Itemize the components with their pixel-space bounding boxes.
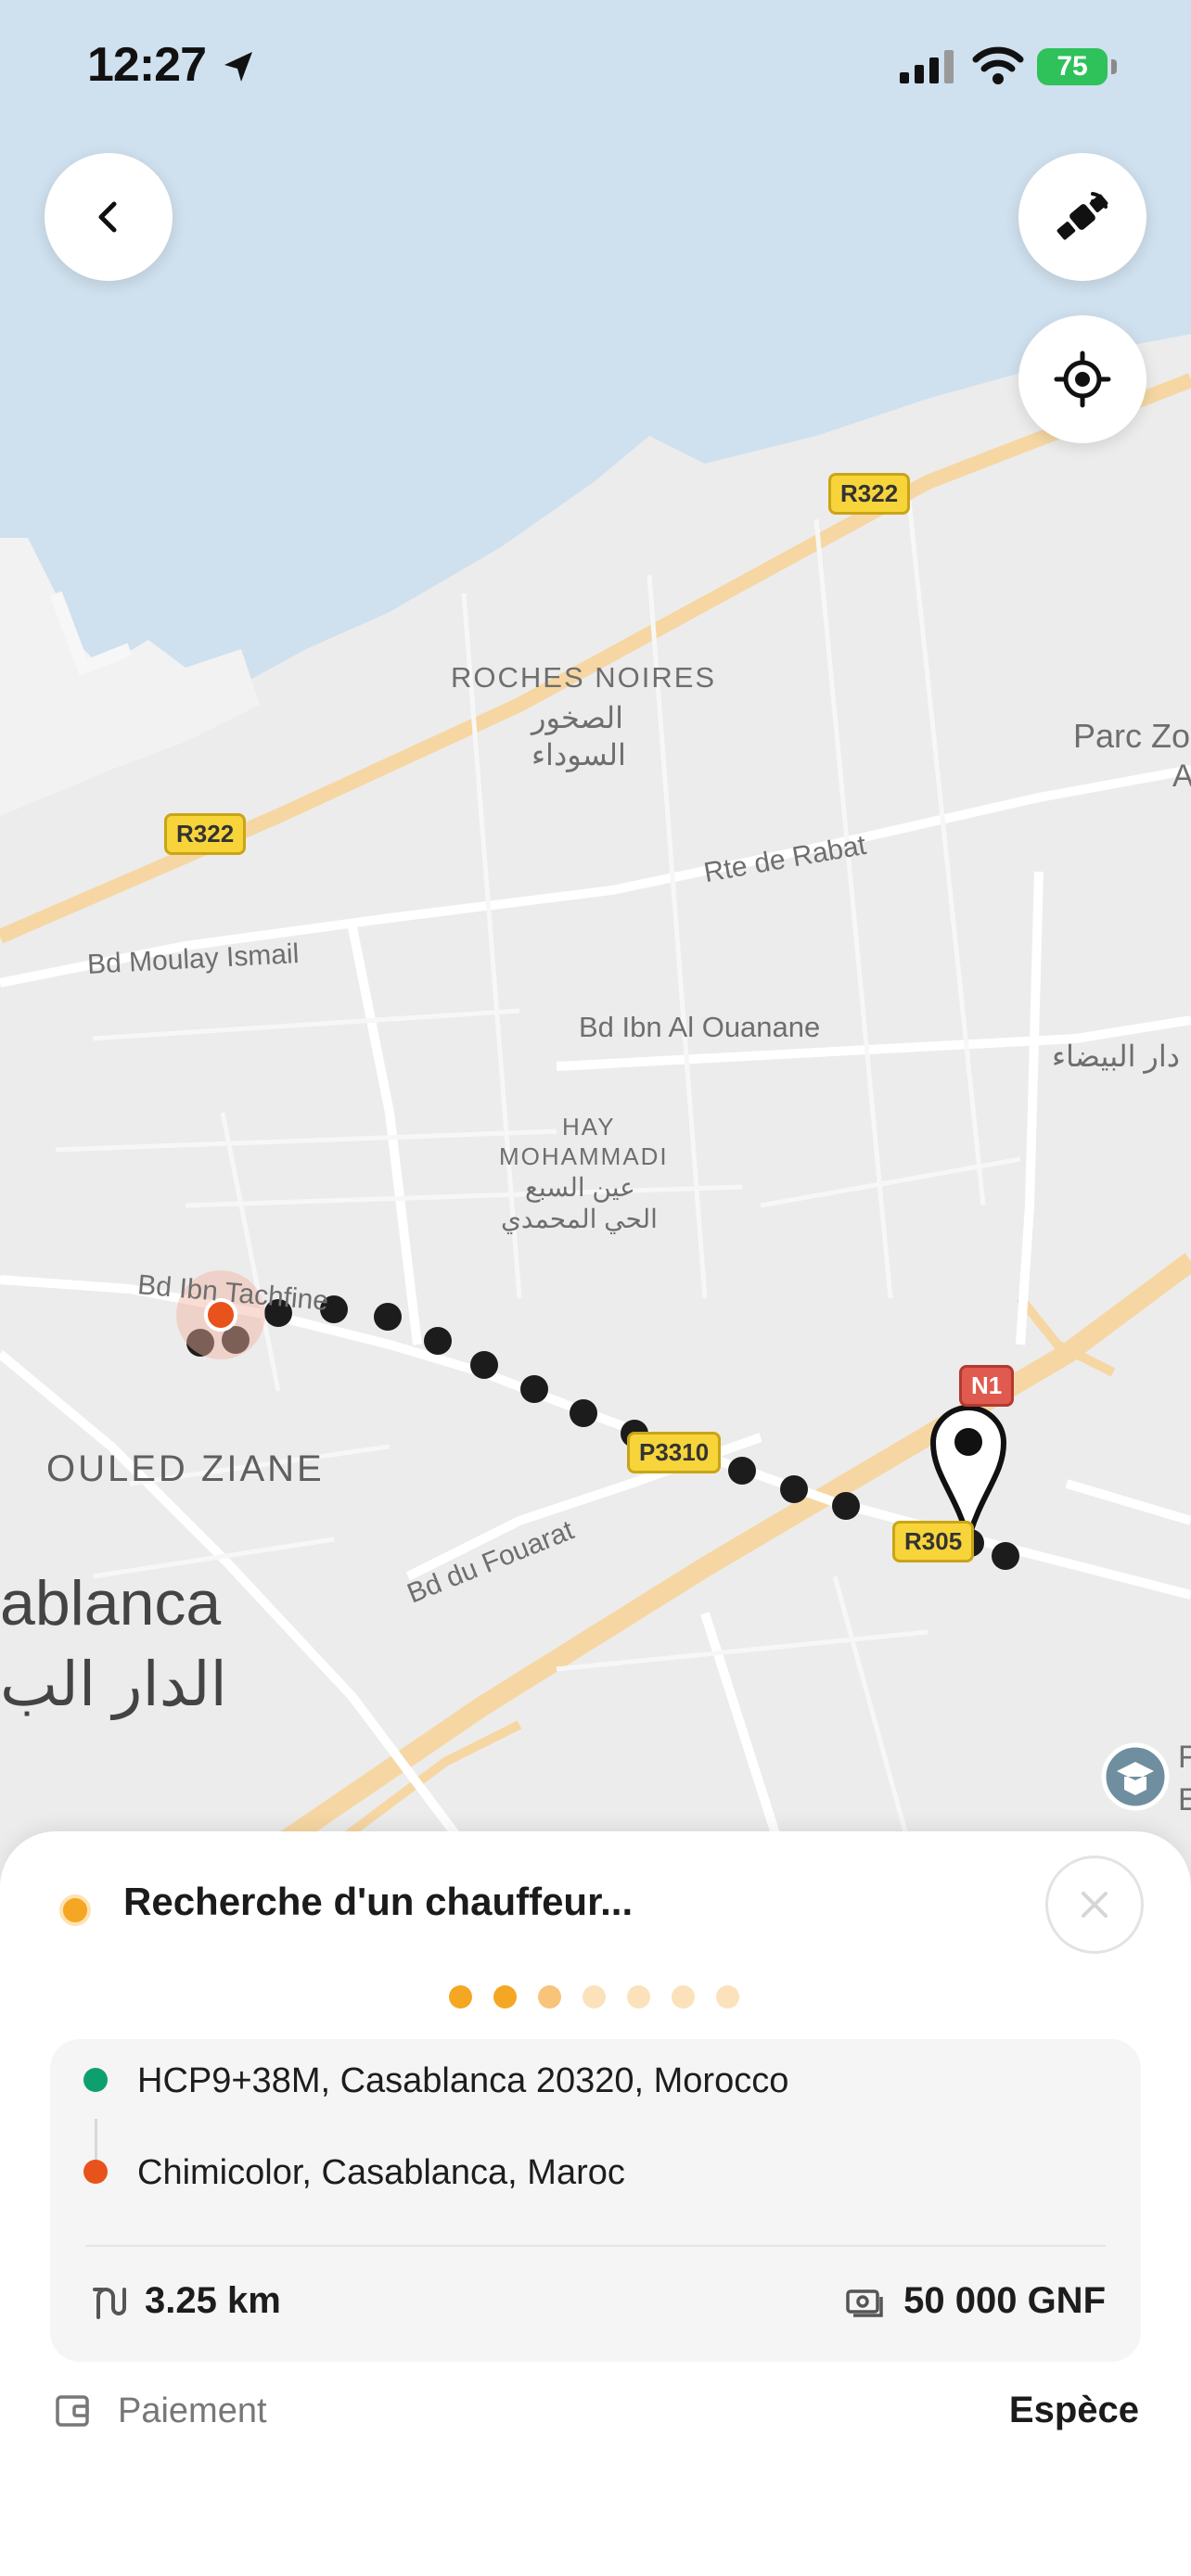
road-badge-r322-left: R322 [164,813,247,855]
crosshair-icon [1054,351,1111,408]
recenter-location-button[interactable] [1018,315,1146,443]
trip-summary-card: HCP9+38M, Casablanca 20320, Morocco Chim… [50,2039,1141,2362]
dropoff-marker-icon [83,2160,108,2184]
label-ibn-al-ouanane: Bd Ibn Al Ouanane [579,1011,821,1043]
wifi-icon [972,46,1024,84]
progress-dot [672,1985,695,2009]
dropoff-address: Chimicolor, Casablanca, Maroc [137,2153,625,2192]
label-hay-ar2: الحي المحمدي [501,1205,658,1233]
label-hay-1: HAY [562,1113,616,1141]
progress-dot [449,1985,472,2009]
battery-cap [1111,59,1117,74]
road-badge-r322: R322 [828,473,911,515]
progress-dot [538,1985,561,2009]
label-parc: Parc Zo [1073,717,1191,755]
label-ouled-ziane: OULED ZIANE [46,1448,325,1489]
search-progress-dots [449,1985,739,2009]
satellite-view-button[interactable] [1018,153,1146,281]
chevron-left-icon [98,201,117,233]
label-roches-noires-ar1: الصخور [531,701,624,734]
back-button[interactable] [45,153,173,281]
road-badge-n1: N1 [959,1365,1015,1407]
trip-price: 50 000 GNF [903,2280,1106,2321]
label-edge-f: F [1178,1740,1191,1775]
progress-dot [627,1985,650,2009]
label-roches-noires-ar2: السوداء [531,738,626,772]
battery-level: 75 [1057,51,1088,82]
pickup-marker-icon [83,2068,108,2092]
label-casablanca-ar: الدار الب [0,1650,227,1718]
label-hay-2: MOHAMMADI [499,1142,669,1170]
wallet-icon [56,2395,89,2427]
progress-dot [583,1985,606,2009]
close-icon [1082,1892,1108,1918]
status-time: 12:27 [87,38,207,92]
label-parc-a: A [1172,759,1191,794]
status-bar: 12:27 75 [0,0,1191,134]
cash-icon [846,2289,883,2317]
card-divider [85,2245,1106,2247]
payment-label: Paiement [118,2391,267,2430]
pickup-address: HCP9+38M, Casablanca 20320, Morocco [137,2061,789,2100]
road-badge-p3310: P3310 [627,1432,722,1473]
route-distance-icon [93,2288,126,2319]
label-roches-noires: ROCHES NOIRES [451,661,717,694]
searching-status-dot [59,1894,91,1926]
progress-dot [716,1985,739,2009]
battery-icon: 75 [1037,48,1108,85]
ride-request-sheet: Recherche d'un chauffeur... HCP9+38M, Ca… [0,1831,1191,2576]
road-badge-r305: R305 [892,1521,975,1562]
progress-dot [493,1985,517,2009]
label-casablanca: ablanca [0,1568,222,1639]
label-edge-e: E [1178,1782,1191,1817]
searching-status-text: Recherche d'un chauffeur... [123,1880,634,1923]
cancel-search-button[interactable] [1045,1855,1144,1954]
cellular-signal-icon [900,50,954,83]
payment-method-value[interactable]: Espèce [1009,2390,1139,2431]
satellite-icon [1057,192,1108,240]
trip-distance: 3.25 km [145,2280,281,2321]
location-arrow-icon [224,52,252,82]
label-hay-ar1: عين السبع [525,1173,635,1202]
label-ar-right: دار البيضاء [1052,1039,1180,1073]
map-view[interactable]: ROCHES NOIRES الصخور السوداء Parc Zo A H… [0,0,1191,1855]
